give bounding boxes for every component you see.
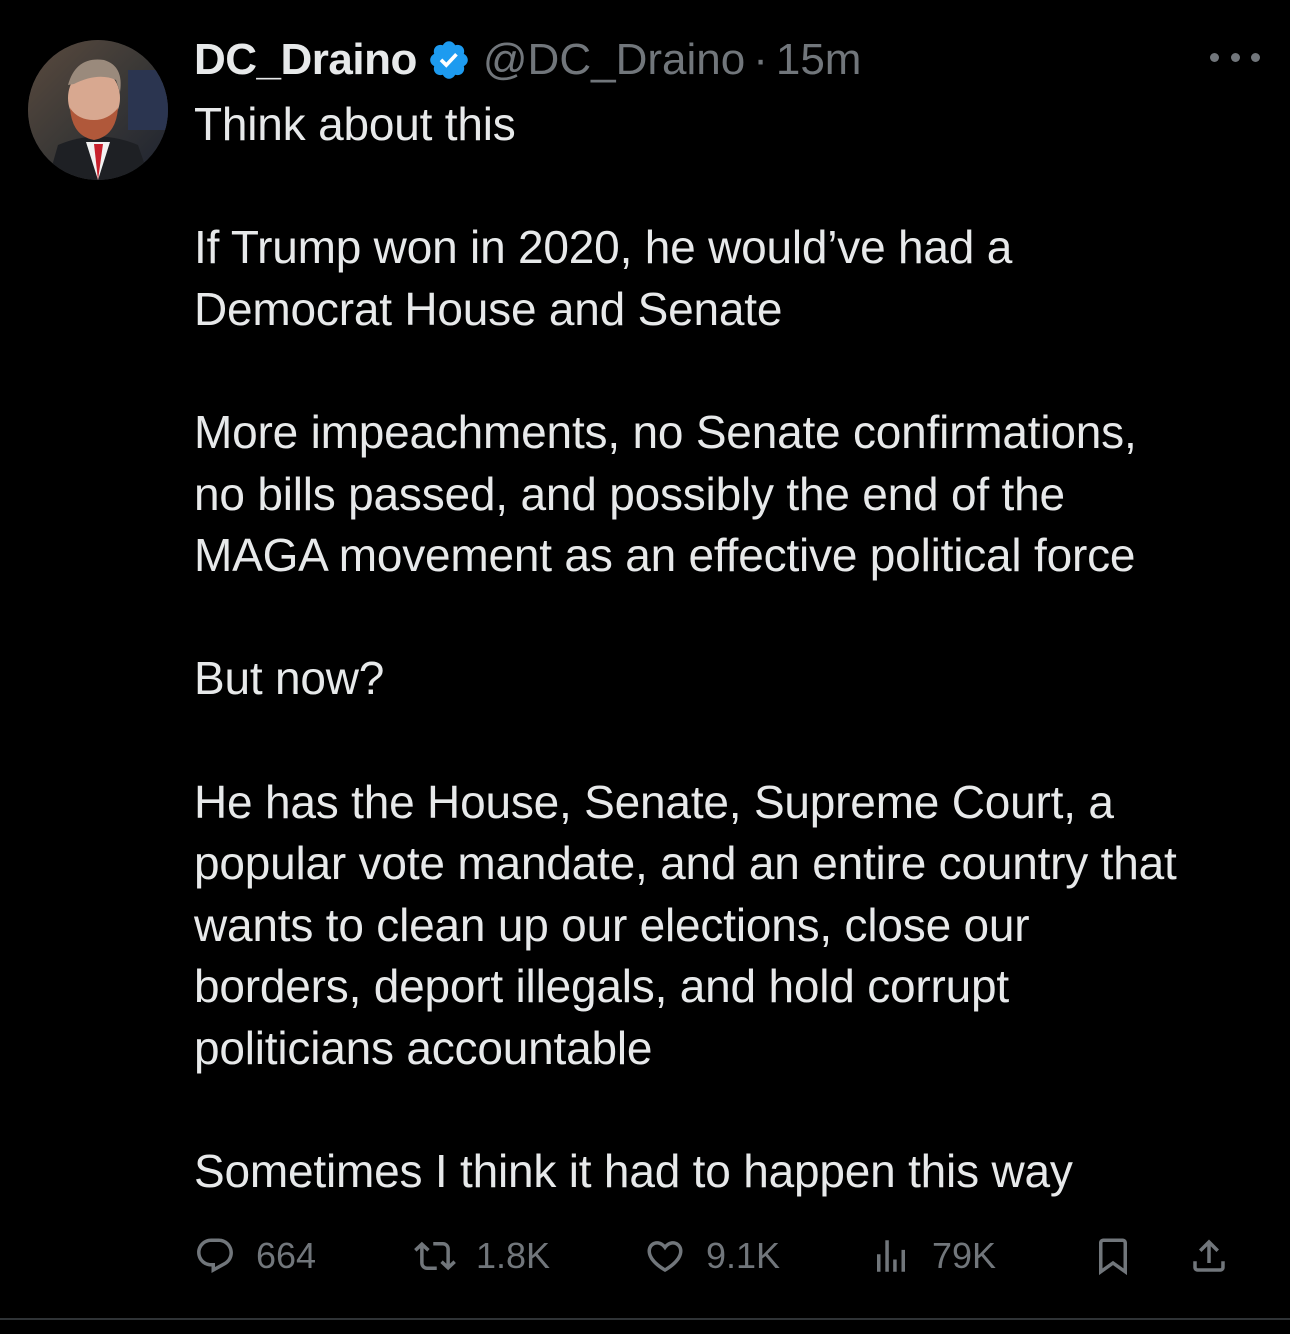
verified-badge-icon	[427, 38, 471, 82]
reply-button[interactable]: 664	[194, 1226, 316, 1286]
views-chart-icon	[877, 1240, 905, 1272]
tweet-paragraph: But now?	[194, 652, 385, 705]
reply-count: 664	[256, 1235, 317, 1276]
bookmark-button[interactable]	[1092, 1226, 1134, 1286]
share-button[interactable]	[1188, 1226, 1230, 1286]
repost-icon	[414, 1241, 456, 1271]
reply-icon	[197, 1238, 233, 1273]
tweet-paragraph: Sometimes I think it had to happen this …	[194, 1145, 1073, 1198]
action-bar: 664 1.8K 9.1K 79K	[194, 1226, 1260, 1286]
display-name[interactable]: DC_Draino	[194, 35, 417, 85]
like-count: 9.1K	[706, 1235, 781, 1276]
repost-count: 1.8K	[476, 1235, 551, 1276]
like-button[interactable]: 9.1K	[644, 1226, 780, 1286]
heart-icon	[647, 1241, 683, 1273]
tweet[interactable]: DC_Draino @DC_Draino · 15m Think about t…	[0, 0, 1290, 1320]
tweet-text: Think about this If Trump won in 2020, h…	[194, 94, 1274, 1203]
more-options-icon[interactable]	[1210, 42, 1260, 72]
tweet-paragraph: Think about this	[194, 98, 516, 150]
bookmark-icon	[1099, 1238, 1127, 1276]
tweet-paragraph: He has the House, Senate, Supreme Court,…	[194, 775, 1177, 1074]
avatar[interactable]	[28, 40, 168, 180]
views-count: 79K	[932, 1235, 997, 1276]
repost-button[interactable]: 1.8K	[414, 1226, 550, 1286]
tweet-header: DC_Draino @DC_Draino · 15m	[194, 30, 861, 90]
separator: ·	[753, 35, 768, 84]
user-handle[interactable]: @DC_Draino	[483, 35, 745, 85]
timestamp[interactable]: 15m	[776, 35, 862, 85]
tweet-paragraph: If Trump won in 2020, he would’ve had a …	[194, 221, 1013, 335]
share-icon	[1193, 1239, 1225, 1272]
tweet-paragraph: More impeachments, no Senate confirmatio…	[194, 405, 1137, 582]
views-button[interactable]: 79K	[870, 1226, 996, 1286]
divider	[0, 1318, 1290, 1320]
